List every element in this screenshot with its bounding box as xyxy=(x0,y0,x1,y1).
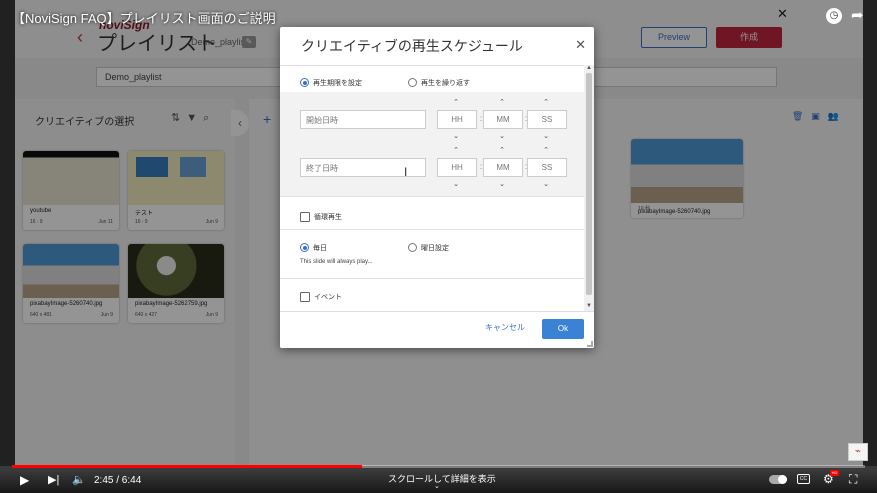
channel-watermark-icon[interactable]: ⌁ xyxy=(848,443,868,461)
hour-up-chevron-icon[interactable]: ⌃ xyxy=(436,98,476,106)
second-up-chevron-icon[interactable]: ⌃ xyxy=(526,146,566,154)
dialog-body: 再生期限を設定 再生を繰り返す 開始日時 ⌃ ⌃ ⌃ HH : MM : SS … xyxy=(280,65,584,311)
checkbox-label: イベント xyxy=(314,293,342,301)
hd-badge: HD xyxy=(830,470,839,476)
subtitles-icon[interactable]: CC xyxy=(797,474,810,484)
radio-weekday[interactable]: 曜日設定 xyxy=(408,239,449,257)
checkbox-icon xyxy=(300,211,310,222)
minute-down-chevron-icon[interactable]: ⌄ xyxy=(482,180,522,188)
hour-down-chevron-icon[interactable]: ⌄ xyxy=(436,180,476,188)
hour-up-chevron-icon[interactable]: ⌃ xyxy=(436,146,476,154)
end-minute-input[interactable]: MM xyxy=(483,158,523,177)
hour-down-chevron-icon[interactable]: ⌄ xyxy=(436,132,476,140)
second-down-chevron-icon[interactable]: ⌄ xyxy=(526,132,566,140)
dialog-title: クリエイティブの再生スケジュール xyxy=(301,38,523,54)
colon: : xyxy=(480,162,483,171)
end-second-input[interactable]: SS xyxy=(527,158,567,177)
watch-later-clock-icon[interactable]: ◷ xyxy=(826,8,842,24)
autoplay-toggle[interactable] xyxy=(769,475,787,484)
minute-up-chevron-icon[interactable]: ⌃ xyxy=(482,98,522,106)
fullscreen-icon[interactable]: ⛶ xyxy=(849,472,857,487)
radio-label: 再生を繰り返す xyxy=(421,79,470,87)
chevron-down-icon[interactable]: ⌄ xyxy=(434,482,440,490)
loop-checkbox[interactable]: 循環再生 xyxy=(300,208,342,226)
cancel-button[interactable]: キャンセル xyxy=(485,322,525,333)
second-down-chevron-icon[interactable]: ⌄ xyxy=(526,180,566,188)
next-icon[interactable]: ▶| xyxy=(48,473,59,486)
play-icon[interactable]: ▶ xyxy=(20,473,29,487)
event-section: イベント xyxy=(280,278,584,311)
scroll-thumb[interactable] xyxy=(586,73,592,295)
radio-unchecked-icon xyxy=(408,78,417,88)
checkbox-label: 循環再生 xyxy=(314,213,342,221)
close-icon[interactable]: ✕ xyxy=(777,6,788,22)
start-hour-input[interactable]: HH xyxy=(437,110,477,129)
close-icon[interactable]: ✕ xyxy=(575,37,586,53)
dialog-scrollbar[interactable]: ▲ ▼ xyxy=(584,65,594,311)
dialog-footer: キャンセル Ok xyxy=(280,311,594,348)
date-range-block: 開始日時 ⌃ ⌃ ⌃ HH : MM : SS ⌄ ⌄ ⌄ ⌃ ⌃ ⌃ 終了日時… xyxy=(280,92,584,196)
scroll-down-arrow-icon[interactable]: ▼ xyxy=(586,303,592,309)
start-second-input[interactable]: SS xyxy=(527,110,567,129)
start-minute-input[interactable]: MM xyxy=(483,110,523,129)
ok-button[interactable]: Ok xyxy=(542,319,584,339)
event-checkbox[interactable]: イベント xyxy=(300,288,342,306)
checkbox-icon xyxy=(300,291,310,302)
player-controls: ▶ ▶| 🔈 2:45 / 6:44 スクロールして詳細を表示 ⌄ CC ⚙ H… xyxy=(0,470,877,493)
resize-handle-icon[interactable] xyxy=(587,341,593,347)
loop-section: 循環再生 xyxy=(280,196,584,229)
video-progress-bar[interactable] xyxy=(12,465,865,468)
start-date-input[interactable]: 開始日時 xyxy=(300,110,426,129)
schedule-dialog: クリエイティブの再生スケジュール ✕ 再生期限を設定 再生を繰り返す 開始日時 … xyxy=(280,27,594,348)
text-cursor-icon: I xyxy=(404,165,408,179)
radio-label: 曜日設定 xyxy=(421,244,449,252)
radio-checked-icon xyxy=(300,243,309,253)
radio-set-period[interactable]: 再生期限を設定 xyxy=(300,74,362,92)
radio-unchecked-icon xyxy=(408,243,417,253)
scroll-up-arrow-icon[interactable]: ▲ xyxy=(586,65,592,71)
scroll-hint[interactable]: スクロールして詳細を表示 xyxy=(388,472,496,485)
volume-icon[interactable]: 🔈 xyxy=(72,473,86,486)
second-up-chevron-icon[interactable]: ⌃ xyxy=(526,98,566,106)
radio-daily[interactable]: 毎日 xyxy=(300,239,327,257)
minute-down-chevron-icon[interactable]: ⌄ xyxy=(482,132,522,140)
video-title[interactable]: 【NoviSign FAQ】プレイリスト画面のご説明 xyxy=(12,8,276,27)
day-section: 毎日 曜日設定 This slide will always play... xyxy=(280,229,584,279)
progress-fill xyxy=(12,465,362,468)
share-arrow-icon[interactable]: ➦ xyxy=(851,6,864,24)
radio-checked-icon xyxy=(300,78,309,88)
radio-label: 毎日 xyxy=(313,244,327,252)
colon: : xyxy=(480,114,483,123)
radio-label: 再生期限を設定 xyxy=(313,79,362,87)
time-display: 2:45 / 6:44 xyxy=(94,475,142,486)
schedule-note: This slide will always play... xyxy=(300,259,373,265)
radio-repeat[interactable]: 再生を繰り返す xyxy=(408,74,470,92)
end-hour-input[interactable]: HH xyxy=(437,158,477,177)
minute-up-chevron-icon[interactable]: ⌃ xyxy=(482,146,522,154)
